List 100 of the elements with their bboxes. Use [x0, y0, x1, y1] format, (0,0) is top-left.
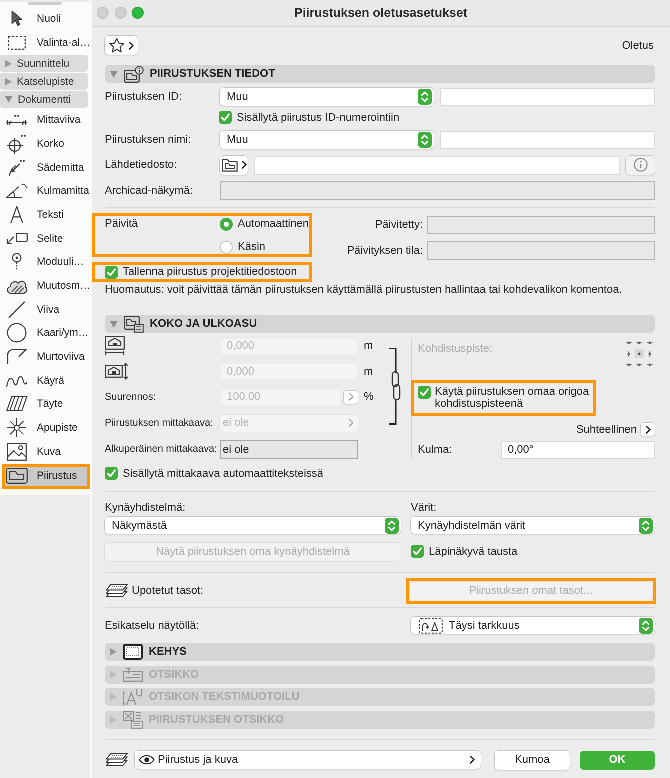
tool-item[interactable]: Apupiste	[0, 416, 90, 440]
layers-icon	[106, 584, 128, 598]
text-field[interactable]	[440, 130, 655, 148]
tool-item[interactable]: Teksti	[0, 203, 90, 227]
checkbox[interactable]	[418, 386, 431, 398]
field-label: Piirustuksen mittakaava:	[105, 418, 214, 428]
zoom-button[interactable]	[132, 7, 144, 19]
tool-item[interactable]: Valinta-al…	[0, 30, 90, 54]
unit-label: m	[363, 340, 374, 352]
radio-button[interactable]	[220, 218, 233, 230]
field-label: Päivitetty:	[374, 219, 423, 231]
tool-item[interactable]: Mittaviiva	[0, 108, 90, 132]
group-header[interactable]: Dokumentti	[0, 91, 88, 108]
text-style-icon	[123, 688, 143, 706]
tool-item[interactable]: Täyte	[0, 392, 90, 416]
minimize-button[interactable]	[114, 7, 126, 19]
preset-name: Oletus	[622, 40, 654, 52]
tool-item[interactable]: Sädemitta	[0, 156, 90, 180]
line-icon	[8, 300, 26, 319]
checkbox[interactable]	[411, 545, 424, 558]
tool-item[interactable]: Kaari/ym…	[0, 322, 90, 346]
window-title: Piirustuksen oletusasetukset	[294, 6, 468, 20]
folder-icon	[222, 158, 238, 172]
text-field[interactable]	[254, 156, 620, 174]
chevron-icon	[349, 419, 354, 427]
stepper-icon	[639, 618, 653, 634]
radio-label: Käsin	[238, 241, 266, 253]
field-label: Suurennos:	[105, 392, 158, 403]
drawing-frame-icon	[6, 468, 28, 484]
section-header[interactable]: KEHYS	[105, 643, 655, 661]
arrow-cursor-icon	[10, 10, 22, 28]
id-dropdown[interactable]: Muu	[220, 88, 434, 106]
checkbox-label: Sisällytä mittakaava automaattiteksteissä	[123, 468, 324, 480]
chevron-button[interactable]	[344, 390, 358, 404]
checkbox-label: Läpinäkyvä tausta	[429, 546, 518, 558]
tool-item[interactable]: Selite	[0, 226, 90, 250]
section-header[interactable]: PIIRUSTUKSEN TIEDOT	[105, 65, 655, 83]
tool-item[interactable]: Moduuli…	[0, 250, 90, 274]
checkbox[interactable]	[105, 266, 118, 278]
checkbox-label: Sisällytä piirustus ID-numerointiin	[237, 112, 400, 124]
stepper-icon	[385, 518, 399, 534]
pen-set-dropdown[interactable]: Näkymästä	[105, 517, 401, 534]
preview-dropdown[interactable]: Täysi tarkkuus	[411, 617, 655, 634]
text-field[interactable]	[440, 88, 655, 106]
favorites-button[interactable]	[105, 36, 138, 55]
chevron-icon	[646, 426, 650, 434]
checkbox-label: Käytä piirustuksen omaa origoa kohdistuspisteenä	[435, 386, 590, 410]
hatch-icon	[6, 396, 28, 412]
note-text: Huomautus: voit päivittää tämän piirustuksen käyttämällä piirustusten hallintaa tai kohdevalikon komentoa.	[105, 283, 624, 297]
field-label: Kulma:	[417, 444, 454, 456]
relative-button[interactable]	[641, 423, 655, 436]
preview-mode-icon	[419, 618, 443, 634]
tool-item[interactable]: Muutosm…	[0, 274, 90, 298]
chevron-icon	[242, 161, 246, 170]
field-label: Päivityksen tila:	[346, 244, 423, 256]
folder-button[interactable]	[220, 156, 248, 174]
relative-label: Suhteellinen	[576, 424, 637, 436]
checkbox[interactable]	[219, 111, 232, 124]
checkbox[interactable]	[105, 467, 118, 480]
tool-item[interactable]: Nuoli	[0, 7, 90, 31]
cancel-button[interactable]: Kumoa	[495, 750, 570, 770]
angle-field[interactable]: 0,00°	[501, 440, 655, 458]
section-header[interactable]: KOKO JA ULKOASU	[105, 315, 655, 333]
tool-item[interactable]: Murtoviiva	[0, 345, 90, 369]
radio-button[interactable]	[220, 240, 233, 254]
label-arrow-icon	[6, 232, 28, 246]
tool-item[interactable]: Korko	[0, 132, 90, 156]
field-label: Alkuperäinen mittakaava:	[105, 444, 218, 455]
circle-icon	[6, 323, 26, 344]
tool-item[interactable]: Käyrä	[0, 368, 90, 393]
field-label: Piirustuksen nimi:	[105, 134, 192, 146]
curve-icon	[6, 374, 28, 388]
field-label: Archicad-näkymä:	[105, 184, 194, 196]
tool-item[interactable]: Viiva	[0, 298, 90, 322]
info-button[interactable]	[626, 156, 655, 174]
field-label: Piirustuksen ID:	[105, 91, 184, 103]
dashed-rectangle-icon	[8, 36, 26, 50]
tool-item[interactable]: Piirustus	[5, 466, 87, 486]
colors-dropdown[interactable]: Kynäyhdistelmän värit	[411, 517, 655, 534]
field-label: Värit:	[411, 502, 438, 514]
unit-label: m	[363, 366, 374, 378]
stepper-icon	[418, 132, 432, 148]
tool-item[interactable]: Kuva	[0, 440, 90, 464]
crosshair-icon	[6, 134, 26, 154]
radio-label: Automaattinen	[238, 218, 309, 230]
dimension-line-icon	[6, 114, 28, 126]
name-dropdown[interactable]: Muu	[220, 130, 434, 148]
chevron-icon	[470, 756, 475, 764]
field-label: Upotetut tasot:	[132, 584, 204, 597]
group-header[interactable]: Suunnittelu	[0, 55, 88, 72]
field-label: Lähdetiedosto:	[105, 159, 178, 172]
group-header[interactable]: Katselupiste	[0, 73, 88, 90]
starburst-icon	[6, 418, 26, 438]
letter-a-icon	[10, 206, 24, 224]
close-button[interactable]	[97, 7, 109, 19]
chain-bracket-icon	[389, 348, 401, 424]
read-only-field: ei ole	[220, 440, 358, 459]
chevron-icon	[348, 393, 354, 402]
view-dropdown[interactable]: Piirustus ja kuva	[135, 751, 481, 770]
tool-item[interactable]: Kulmamitta	[0, 179, 90, 204]
